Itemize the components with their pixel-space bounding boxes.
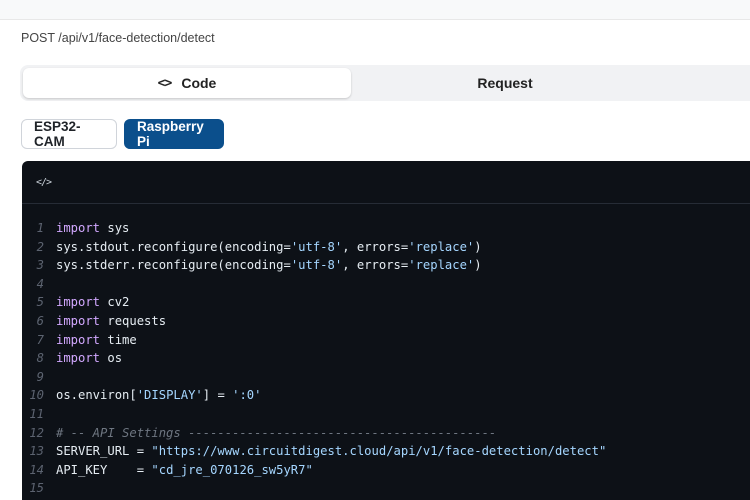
code-token: , errors= (342, 258, 409, 273)
code-brackets-icon: </> (36, 176, 52, 188)
line-number: 1 (36, 221, 44, 235)
code-text: import sys (56, 219, 129, 238)
code-token: ] = (202, 388, 233, 403)
code-line: 2 sys.stdout.reconfigure(encoding='utf-8'… (22, 238, 750, 257)
string-token: 'utf-8' (290, 258, 343, 273)
code-line: 4 (22, 275, 750, 294)
code-token: , errors= (342, 239, 409, 254)
code-text: # -- API Settings ----------------------… (56, 424, 496, 443)
code-text: sys.stdout.reconfigure(encoding='utf-8',… (56, 238, 482, 257)
code-text: os.environ['DISPLAY'] = ':0' (56, 386, 261, 405)
code-text: import requests (56, 312, 166, 331)
identifier-token: time (100, 332, 137, 347)
endpoint-label: POST /api/v1/face-detection/detect (21, 31, 215, 45)
tab-code-label: Code (181, 75, 217, 91)
line-number: 12 (29, 425, 44, 440)
code-line: 3 sys.stderr.reconfigure(encoding='utf-8'… (22, 256, 750, 275)
line-number: 2 (36, 239, 44, 254)
line-number: 10 (29, 388, 44, 403)
code-token: sys.stderr.reconfigure(encoding= (56, 258, 291, 273)
line-number: 15 (29, 481, 44, 496)
raspberry-pi-button[interactable]: Raspberry Pi (124, 119, 224, 149)
code-token: API_KEY = (56, 462, 152, 477)
string-token: "cd_jre_070126_sw5yR7" (151, 462, 313, 477)
line-number: 4 (36, 276, 44, 291)
code-line: 13 SERVER_URL = "https://www.circuitdiges… (22, 442, 750, 461)
code-text: API_KEY = "cd_jre_070126_sw5yR7" (56, 461, 313, 480)
code-line: 14 API_KEY = "cd_jre_070126_sw5yR7" (22, 461, 750, 480)
identifier-token: cv2 (100, 295, 130, 310)
code-line: 11 (22, 405, 750, 424)
keyword-token: import (56, 295, 101, 310)
string-token: 'replace' (408, 239, 475, 254)
tab-bar: <> Code Request (20, 65, 750, 101)
code-line: 15 (22, 479, 750, 498)
string-token: 'utf-8' (290, 239, 343, 254)
code-token: os.environ[ (56, 388, 137, 403)
code-icon: <> (157, 75, 173, 91)
line-number: 6 (36, 313, 44, 328)
identifier-token: sys (100, 221, 130, 235)
tab-code[interactable]: <> Code (23, 68, 351, 98)
code-panel: </> 1 import sys 2 sys.stdout.reconfigure(e… (22, 161, 750, 500)
keyword-token: import (56, 313, 101, 328)
comment-token: # -- API Settings ----------------------… (56, 425, 497, 440)
code-token: ) (474, 258, 482, 273)
keyword-token: import (56, 351, 101, 366)
code-line: 10 os.environ['DISPLAY'] = ':0' (22, 386, 750, 405)
code-token: sys.stdout.reconfigure(encoding= (56, 239, 291, 254)
string-token: "https://www.circuitdigest.cloud/api/v1/… (151, 444, 607, 459)
code-text: import cv2 (56, 293, 129, 312)
code-line: 5 import cv2 (22, 293, 750, 312)
string-token: 'DISPLAY' (136, 388, 203, 403)
identifier-token: requests (100, 313, 167, 328)
line-number: 9 (36, 369, 44, 384)
tab-request-label: Request (477, 75, 533, 91)
code-line: 8 import os (22, 349, 750, 368)
esp32-cam-button[interactable]: ESP32-CAM (21, 119, 117, 149)
identifier-token: os (100, 351, 123, 366)
line-number: 5 (36, 295, 44, 310)
line-number: 13 (29, 444, 44, 459)
string-token: ':0' (232, 388, 262, 403)
code-line: 6 import requests (22, 312, 750, 331)
code-line: 9 (22, 368, 750, 387)
tab-request[interactable]: Request (355, 68, 655, 98)
code-token: ) (474, 239, 482, 254)
code-line: 7 import time (22, 331, 750, 350)
keyword-token: import (56, 332, 101, 347)
line-number: 8 (36, 351, 44, 366)
line-number: 14 (29, 462, 44, 477)
keyword-token: import (56, 221, 101, 235)
line-number: 3 (36, 258, 44, 273)
line-number: 11 (29, 406, 44, 421)
code-text: SERVER_URL = "https://www.circuitdigest.… (56, 442, 606, 461)
code-token: SERVER_URL = (56, 444, 152, 459)
code-text: import os (56, 349, 122, 368)
code-text: import time (56, 331, 137, 350)
code-text: sys.stderr.reconfigure(encoding='utf-8',… (56, 256, 482, 275)
code-line: 12 # -- API Settings --------------------… (22, 424, 750, 443)
string-token: 'replace' (408, 258, 475, 273)
code-line: 1 import sys (22, 219, 750, 238)
line-number: 7 (36, 332, 44, 347)
top-bar (0, 0, 750, 20)
code-panel-header: </> (22, 161, 750, 204)
code-block[interactable]: 1 import sys 2 sys.stdout.reconfigure(encod… (22, 219, 750, 498)
